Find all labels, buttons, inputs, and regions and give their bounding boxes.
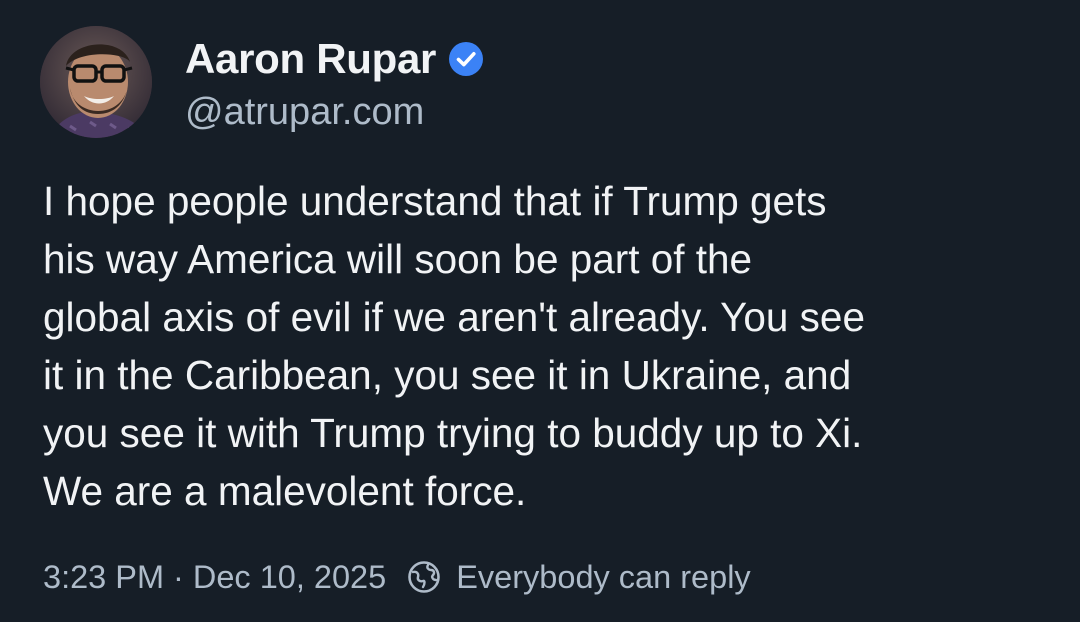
post-card: Aaron Rupar @atrupar.com I hope people u… bbox=[0, 0, 1080, 622]
globe-icon bbox=[406, 559, 442, 595]
meta-separator: · bbox=[173, 558, 184, 595]
post-date[interactable]: Dec 10, 2025 bbox=[193, 559, 386, 596]
post-text: I hope people understand that if Trump g… bbox=[43, 178, 865, 514]
reply-setting-label[interactable]: Everybody can reply bbox=[456, 559, 750, 596]
author-handle[interactable]: @atrupar.com bbox=[185, 88, 424, 136]
post-meta: 3:23 PM · Dec 10, 2025 Everybody can rep… bbox=[43, 552, 751, 602]
author-name-row: Aaron Rupar bbox=[185, 33, 484, 85]
post-time[interactable]: 3:23 PM bbox=[43, 559, 164, 596]
author-display-name[interactable]: Aaron Rupar bbox=[185, 33, 436, 85]
verified-check-icon bbox=[448, 41, 484, 77]
avatar[interactable] bbox=[40, 26, 152, 138]
avatar-image bbox=[40, 26, 152, 138]
